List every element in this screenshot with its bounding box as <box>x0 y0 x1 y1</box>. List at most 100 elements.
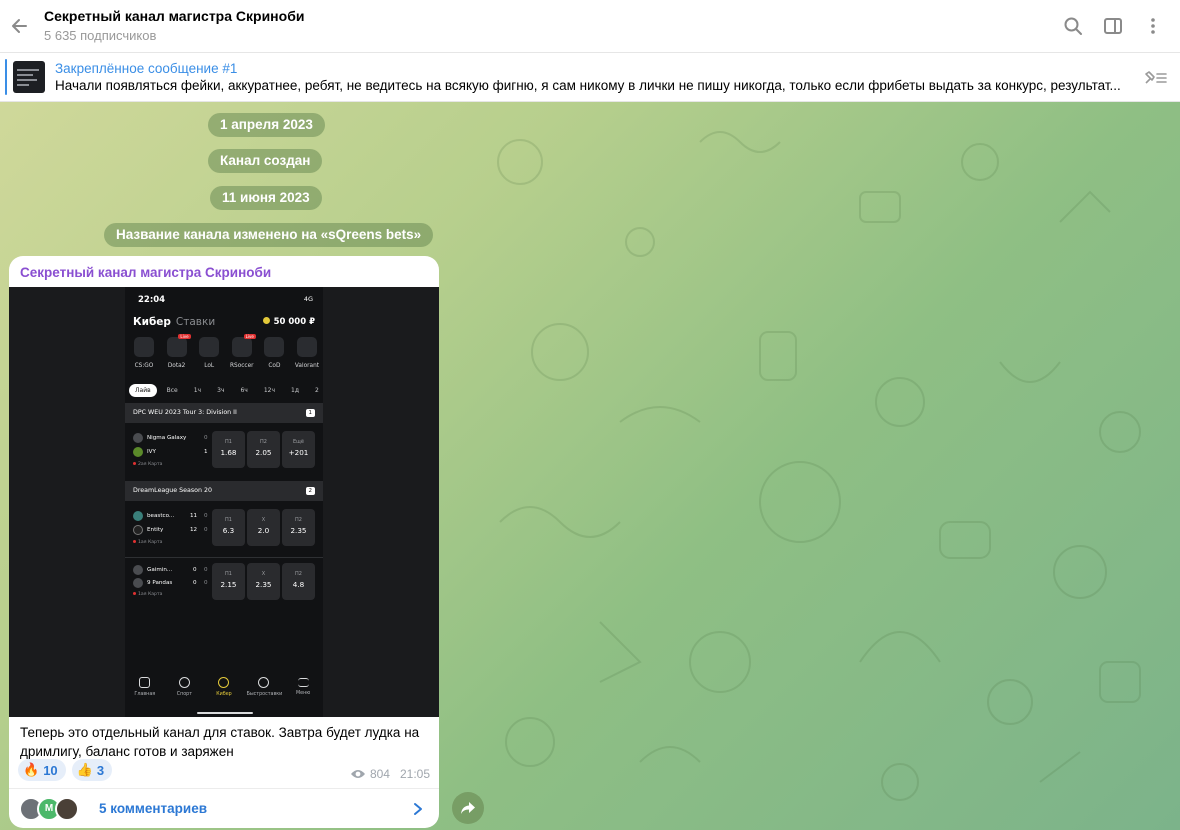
team-logo <box>133 433 143 443</box>
view-count: 804 <box>369 767 390 781</box>
filter-chip: Лайв <box>129 384 157 397</box>
channel-title: Секретный канал магистра Скриноби <box>44 8 305 24</box>
odds-label: Х <box>261 517 266 523</box>
game-icon <box>199 337 220 357</box>
team-score: 11 <box>190 513 198 519</box>
message-bubble[interactable]: Секретный канал магистра Скриноби 22:04 … <box>9 256 439 828</box>
chevron-right-icon <box>403 794 433 824</box>
search-button[interactable] <box>1060 13 1086 39</box>
league-header: DPC WEU 2023 Tour 3: Division II 1 <box>125 403 323 423</box>
nav-label: Спорт <box>176 692 193 697</box>
pinned-message-bar[interactable]: Закреплённое сообщение #1 Начали появлят… <box>0 53 1180 102</box>
comments-label: 5 комментариев <box>99 801 208 816</box>
nav-item: Главная <box>128 673 162 717</box>
nav-item: Кибер <box>207 673 241 717</box>
nav-item: Быстроставки <box>247 673 282 717</box>
pinned-list-button[interactable] <box>1138 60 1172 94</box>
nav-item: Спорт <box>167 673 201 717</box>
date-separator: 11 июня 2023 <box>210 186 322 210</box>
phone-status-time: 22:04 <box>138 295 166 305</box>
subscriber-count: 5 635 подписчиков <box>44 28 157 43</box>
game-item: Valorant <box>291 337 323 369</box>
share-arrow-icon <box>461 802 475 814</box>
odds-value: 2.35 <box>290 526 307 535</box>
odds-label: П1 <box>225 571 232 577</box>
pinned-indicator <box>5 59 7 95</box>
more-button[interactable] <box>1140 13 1166 39</box>
game-label: CS:GO <box>134 363 154 369</box>
odds-button: П1 2.15 <box>212 563 245 600</box>
live-badge: Live <box>178 334 191 339</box>
channel-info[interactable]: Секретный канал магистра Скриноби 5 635 … <box>44 7 1060 45</box>
share-button[interactable] <box>452 792 484 824</box>
home-indicator <box>197 712 253 714</box>
reaction-fire[interactable]: 🔥 10 <box>18 759 66 781</box>
odds-value: 1.68 <box>220 448 237 457</box>
fire-emoji-icon: 🔥 <box>23 762 40 777</box>
reactions-row: 🔥 10 👍 3 <box>18 759 113 781</box>
odds-value: +201 <box>288 448 309 457</box>
date-separator: 1 апреля 2023 <box>208 113 325 137</box>
message-photo[interactable]: 22:04 4G Кибер Ставки 50 000 ₽ CS:GO Live… <box>9 287 439 717</box>
game-icon: Live <box>166 334 191 357</box>
filter-chip: 1д <box>291 387 300 394</box>
team-row: Nigma Galaxy <box>133 433 186 443</box>
team-logo <box>133 565 143 575</box>
odds-button: П2 2.05 <box>247 431 280 468</box>
odds-button: Ещё +201 <box>282 431 315 468</box>
game-label: RSoccer <box>229 363 254 369</box>
team-score: 1 <box>204 449 208 455</box>
app-bottom-nav: Главная Спорт Кибер Быстроставки Меню <box>125 673 323 717</box>
message-author[interactable]: Секретный канал магистра Скриноби <box>20 265 271 280</box>
pinned-title: Закреплённое сообщение #1 <box>55 61 238 76</box>
filter-chip: 3ч <box>217 387 225 394</box>
odds-value: 2.35 <box>255 580 272 589</box>
odds-button: Х 2.35 <box>247 563 280 600</box>
team-score: 0 <box>204 580 208 586</box>
odds-label: П2 <box>295 517 302 523</box>
odds-value: 6.3 <box>222 526 235 535</box>
comments-button[interactable]: M 5 комментариев <box>9 788 439 828</box>
team-row: Gaimin... <box>133 565 172 575</box>
back-button[interactable] <box>0 0 40 53</box>
team-logo <box>133 447 143 457</box>
app-balance-value: 50 000 ₽ <box>273 317 315 327</box>
game-icons-row: CS:GO Live Dota2 LoL Live RSoccer CoD Valo… <box>128 334 323 369</box>
odds-label: П2 <box>295 571 302 577</box>
team-name: Entity <box>147 527 164 533</box>
sidebar-toggle-button[interactable] <box>1100 13 1126 39</box>
service-message-renamed: Название канала изменено на «sQreens bet… <box>104 223 434 247</box>
team-row: beastco... <box>133 511 174 521</box>
team-logo <box>133 578 143 588</box>
team-name: Gaimin... <box>147 567 173 573</box>
team-score: 0 <box>193 580 197 586</box>
reaction-thumbs-up[interactable]: 👍 3 <box>71 759 113 781</box>
game-item: CS:GO <box>128 337 160 369</box>
back-arrow-icon <box>12 19 27 33</box>
chat-area[interactable]: 1 апреля 2023 Канал создан 11 июня 2023 … <box>0 102 1180 830</box>
map-label: 1ая Карта <box>133 592 162 597</box>
sport-icon <box>178 677 190 688</box>
odds-value: 4.8 <box>292 580 305 589</box>
chat-header: Секретный канал магистра Скриноби 5 635 … <box>0 0 1180 53</box>
odds-label: Ещё <box>293 439 304 445</box>
avatar <box>55 796 79 821</box>
sidebar-toggle-icon <box>1104 18 1122 34</box>
home-icon <box>139 677 151 688</box>
game-icon <box>296 337 317 357</box>
reaction-count: 3 <box>96 762 105 778</box>
more-vertical-icon <box>1151 18 1155 34</box>
betting-app-screenshot: 22:04 4G Кибер Ставки 50 000 ₽ CS:GO Live… <box>125 287 323 717</box>
odds-button: П1 1.68 <box>212 431 245 468</box>
game-label: Dota2 <box>167 363 186 369</box>
app-tab-inactive: Ставки <box>175 316 216 328</box>
phone-status-network: 4G <box>303 295 313 303</box>
nav-label: Меню <box>296 691 311 696</box>
menu-icon <box>297 678 309 687</box>
row-divider <box>125 557 323 558</box>
odds-value: 2.15 <box>220 580 237 589</box>
game-label: CoD <box>268 363 281 369</box>
league-header: DreamLeague Season 20 2 <box>125 481 323 501</box>
nav-item: Меню <box>286 673 320 717</box>
match-row: Nigma Galaxy 0 IVY 1 2ая Карта П1 1.68 П2… <box>125 427 323 477</box>
